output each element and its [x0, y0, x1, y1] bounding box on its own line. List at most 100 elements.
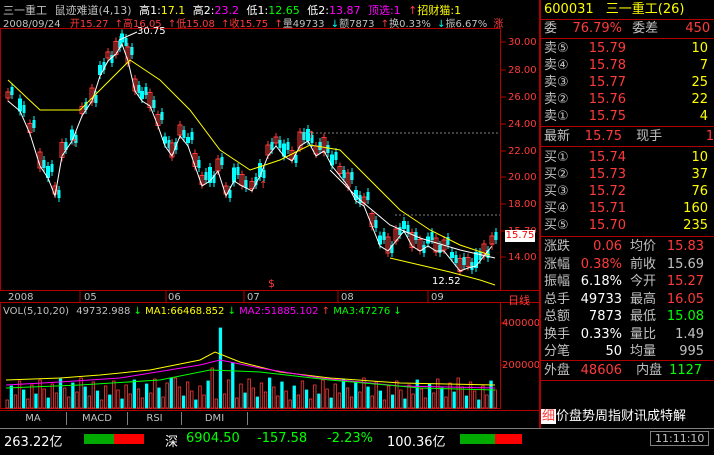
ma2-value: MA2:51885.102 [239, 306, 319, 317]
volume-bar [42, 388, 46, 409]
candle-body [204, 172, 208, 180]
sell-label: 卖④ [544, 58, 569, 73]
candle-body [182, 130, 186, 138]
up-down-bar [84, 434, 144, 444]
volume-bar [333, 383, 337, 409]
candle-body [130, 47, 134, 55]
stat-label: 涨跌 [544, 239, 571, 254]
outer-value: 48606 [580, 363, 623, 378]
volume-bar [304, 389, 309, 409]
volume-label: VOL(5,10,20) [3, 306, 70, 317]
volume-bar [181, 395, 186, 409]
stat-row: 涨跌 0.06 均价 15.83 [544, 238, 714, 255]
candle-body [382, 232, 386, 240]
volume-bar [177, 386, 182, 409]
volume-bar [419, 388, 424, 409]
volume-bar [255, 396, 260, 409]
stat-label: 换手 [544, 326, 571, 342]
stat-label: 振幅 [544, 274, 571, 289]
stat-value: 15.27 [666, 274, 705, 289]
sell-label: 卖③ [544, 75, 569, 90]
tab-dmi[interactable]: DMI [182, 412, 248, 425]
candle-body [326, 145, 330, 153]
volume-bar [472, 390, 477, 409]
volume-bar [173, 377, 178, 409]
candle-body [366, 192, 370, 200]
stat-label: 均价 [630, 239, 657, 254]
buy-order-row: 买② 15.73 37 [544, 166, 714, 183]
weicha-value: 450 [685, 21, 711, 36]
volume-bar [321, 379, 325, 409]
volume-tick: 200000 [502, 360, 541, 371]
month-label: 06 [168, 292, 181, 303]
volume-bar [149, 392, 153, 409]
buy-price: 15.72 [588, 184, 626, 199]
bar-date: 2008/09/24 [3, 19, 61, 30]
separator [541, 38, 714, 39]
candle-body [140, 91, 144, 99]
stat-label: 分笔 [544, 344, 571, 359]
volume-value: 49732.988 [76, 306, 131, 317]
volume-header: VOL(5,10,20) 49732.988 ↓ MA1:66468.852 ↓… [3, 306, 402, 317]
shen-amount: 100.36亿 [387, 435, 446, 450]
stat-row: 总额 7873 最低 15.08 [544, 308, 714, 325]
volume-bar [95, 390, 100, 409]
volume-bar [374, 381, 378, 409]
separator [541, 360, 714, 361]
up-arrow-icon: ↑ [70, 138, 78, 149]
volume-bar [153, 378, 157, 409]
outer-label: 外盘 [544, 363, 571, 378]
buy-order-row: 买⑤ 15.70 235 [544, 217, 714, 234]
volume-bar [493, 389, 497, 409]
volume-bar [300, 380, 305, 409]
volume-bar [427, 383, 432, 409]
volume-bar [9, 385, 14, 409]
news-tabs-list[interactable]: 价盘势周指财讯成特解 [556, 409, 686, 424]
ma-white-line [7, 42, 493, 272]
up-arrow-icon: ↑ [380, 19, 390, 30]
volume-bar [75, 391, 79, 409]
news-tab-active[interactable]: 细 [541, 409, 557, 424]
volume-bar [272, 386, 276, 409]
up-arrow-icon: ↑ [259, 180, 267, 191]
up-arrow-icon: ↑ [307, 130, 315, 141]
market-amount: 263.22亿 [4, 435, 63, 450]
volume-bar [26, 398, 30, 409]
candle-body [220, 157, 224, 165]
volume-bar [231, 362, 235, 409]
buy-label: 买④ [544, 201, 569, 216]
volume-bar [468, 381, 473, 409]
up-arrow-icon: ↑ [488, 242, 496, 253]
stat-value: 0.06 [593, 239, 623, 254]
volume-bar [366, 386, 370, 409]
volume-bar [34, 393, 38, 409]
volume-bar [317, 393, 321, 409]
buy-volume: 37 [691, 167, 708, 182]
down-arrow-icon: ↓ [133, 306, 142, 317]
price-tick: 26.00 [508, 92, 537, 103]
price-tick: 18.00 [508, 199, 537, 210]
tab-macd[interactable]: MACD [67, 412, 128, 425]
stat-row: 振幅 6.18% 今开 15.27 [544, 273, 714, 290]
candle-body [22, 105, 26, 113]
tab-ma[interactable]: MA [0, 412, 67, 425]
volume-bar [370, 395, 374, 409]
tab-rsi[interactable]: RSI [128, 412, 182, 425]
volume-bar [251, 387, 255, 409]
candle-body [32, 120, 36, 128]
daily-period-label[interactable]: 日线 [508, 292, 530, 308]
bar-low: 低15.08 [176, 19, 215, 30]
candle-body [374, 220, 378, 228]
current-price-tag: 15.75 [505, 230, 535, 242]
sell-order-row: 卖⑤ 15.79 10 [544, 40, 714, 57]
stat-row: 涨幅 0.38% 前收 15.69 [544, 256, 714, 273]
volume-bar [214, 398, 219, 409]
volume-bar [210, 367, 214, 409]
candlestick-chart[interactable]: ↑ ↑ ↑ ↑ $ [0, 0, 541, 428]
volume-bar [349, 396, 354, 409]
clock: 11:11:10 [650, 431, 710, 446]
stat-value: 0.33% [580, 326, 623, 342]
ma3-value: MA3:47276 [333, 306, 391, 317]
month-label: 08 [341, 292, 354, 303]
volume-bar [120, 398, 124, 409]
